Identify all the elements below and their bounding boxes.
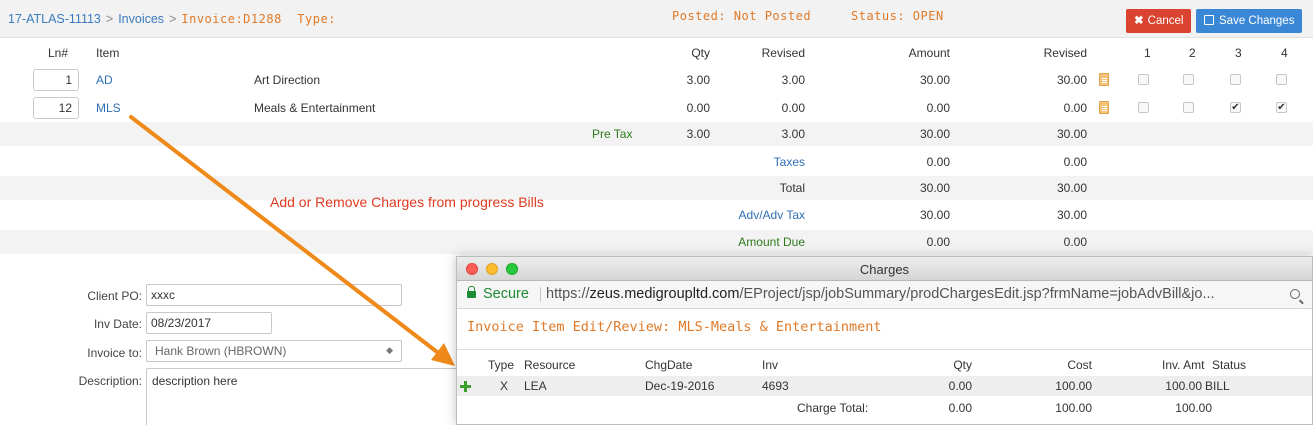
annotation-arrow-head (431, 343, 455, 366)
popup-col-inv: Inv (762, 358, 779, 372)
secure-label: Secure (483, 286, 529, 302)
charge-total-inv-amt: 100.00 (1175, 401, 1212, 415)
popup-col-chgdate: ChgDate (645, 358, 693, 372)
charge-qty: 0.00 (948, 379, 972, 393)
url-host: zeus.medigroupltd.com (589, 286, 740, 302)
popup-col-status: Status (1212, 358, 1247, 372)
charge-date: Dec-19-2016 (645, 379, 715, 393)
address-bar-divider (540, 287, 541, 302)
popup-col-qty: Qty (953, 358, 972, 372)
charge-type: X (500, 379, 509, 393)
charge-inv-amt: 100.00 (1165, 379, 1202, 393)
address-bar[interactable]: Secure https://zeus.medigroupltd.com/EPr… (457, 281, 1312, 309)
charge-status: BILL (1205, 379, 1230, 393)
charge-total-cost: 100.00 (1055, 401, 1092, 415)
popup-col-inv-amt: Inv. Amt (1162, 358, 1205, 372)
popup-col-type: Type (488, 358, 515, 372)
heading-divider (457, 349, 1312, 350)
annotation-arrow-line (129, 115, 443, 357)
popup-col-cost: Cost (1067, 358, 1092, 372)
charges-popup-window: Charges Secure https://zeus.medigroupltd… (456, 256, 1313, 425)
url-path: /EProject/jsp/jobSummary/prodChargesEdit… (739, 286, 1215, 302)
popup-title-bar[interactable]: Charges (457, 257, 1312, 281)
lock-icon (467, 286, 476, 298)
popup-heading: Invoice Item Edit/Review: MLS-Meals & En… (467, 319, 882, 335)
add-charge-icon[interactable] (460, 381, 471, 392)
page-url[interactable]: https://zeus.medigroupltd.com/EProject/j… (546, 286, 1215, 302)
charge-total-label: Charge Total: (797, 401, 869, 415)
charge-cost: 100.00 (1055, 379, 1092, 393)
popup-col-resource: Resource (524, 358, 576, 372)
charge-inv: 4693 (762, 379, 789, 393)
popup-title: Charges (859, 262, 910, 277)
charge-total-qty: 0.00 (948, 401, 972, 415)
charge-resource: LEA (524, 379, 547, 393)
zoom-icon[interactable] (1290, 289, 1300, 299)
url-scheme: https:// (546, 286, 590, 302)
